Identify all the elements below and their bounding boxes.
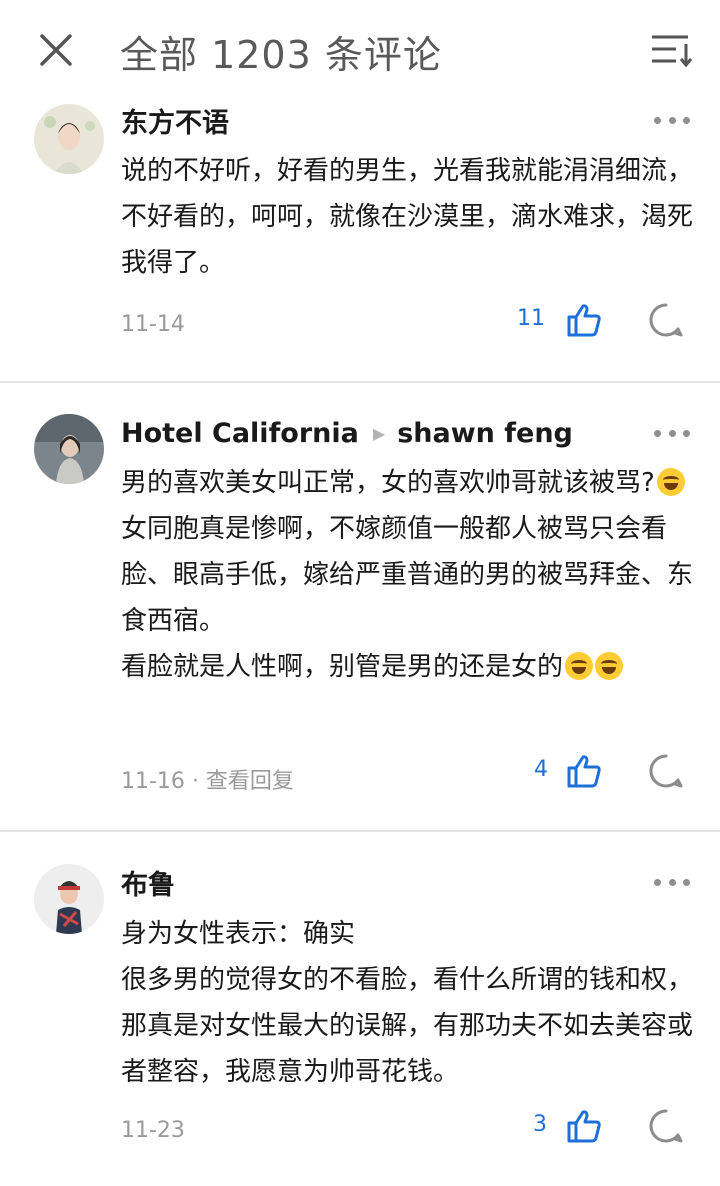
comment-meta: 11-14: [121, 312, 185, 337]
comment-meta: 11-23: [121, 1118, 185, 1143]
close-icon: [40, 34, 72, 66]
more-icon: [654, 429, 661, 437]
comment-bubble-icon: [649, 1109, 683, 1143]
like-count: 3: [533, 1112, 547, 1137]
comment-author-line: 布鲁: [121, 862, 175, 902]
header: 全部 1203 条评论: [0, 0, 720, 100]
comment-author[interactable]: 布鲁: [121, 863, 175, 902]
comment-item: 东方不语 说的不好听，好看的男生，光看我就能涓涓细流，不好看的，呵呵，就像在沙漠…: [0, 100, 720, 383]
page-title: 全部 1203 条评论: [120, 33, 442, 77]
comment-paragraph: 女同胞真是惨啊，不嫁颜值一般都人被骂只会看脸、眼高手低，嫁给严重普通的男的被骂拜…: [121, 514, 694, 636]
reply-to-arrow-icon: ▶: [372, 423, 386, 443]
comment-body: 身为女性表示：确实 很多男的觉得女的不看脸，看什么所谓的钱和权，那真是对女性最大…: [121, 911, 696, 1095]
like-button[interactable]: [566, 302, 602, 338]
comment-meta: 11-16 · 查看回复: [121, 763, 294, 795]
comment-date: 11-16: [121, 769, 185, 794]
comment-author[interactable]: 东方不语: [121, 101, 229, 140]
avatar[interactable]: [34, 414, 104, 484]
reply-button[interactable]: [648, 753, 684, 789]
sort-icon: [652, 35, 693, 68]
comment-paragraph: 说的不好听，好看的男生，光看我就能涓涓细流，不好看的，呵呵，就像在沙漠里，滴水难…: [121, 156, 694, 278]
thumbs-up-icon: [567, 755, 601, 788]
like-count: 11: [517, 306, 545, 331]
comment-paragraph: 看脸就是人性啊，别管是男的还是女的: [121, 644, 696, 690]
comment-author-line: 东方不语: [121, 100, 229, 140]
comment-item: Hotel California ▶ shawn feng 男的喜欢美女叫正常，…: [0, 383, 720, 832]
avatar[interactable]: [34, 864, 104, 934]
laughing-emoji: [595, 652, 624, 680]
thumbs-up-icon: [567, 1110, 601, 1143]
thumbs-up-icon: [567, 304, 601, 337]
comment-author-line: Hotel California ▶ shawn feng: [121, 413, 573, 453]
laughing-emoji: [656, 468, 685, 496]
more-button[interactable]: [654, 110, 690, 130]
more-icon: [654, 116, 661, 124]
reply-button[interactable]: [648, 1108, 684, 1144]
comment-paragraph: 身为女性表示：确实: [121, 919, 356, 949]
more-button[interactable]: [654, 872, 690, 892]
comment-date: 11-14: [121, 312, 185, 337]
more-button[interactable]: [654, 423, 690, 443]
reply-to-user[interactable]: shawn feng: [397, 418, 573, 449]
like-count: 4: [534, 757, 548, 782]
comment-author[interactable]: Hotel California: [121, 418, 359, 449]
laughing-emoji: [565, 652, 594, 680]
avatar[interactable]: [34, 104, 104, 174]
comment-paragraph: 男的喜欢美女叫正常，女的喜欢帅哥就该被骂?: [121, 460, 696, 506]
like-button[interactable]: [566, 753, 602, 789]
reply-button[interactable]: [648, 302, 684, 338]
comment-bubble-icon: [649, 303, 683, 337]
comment-item: 布鲁 身为女性表示：确实 很多男的觉得女的不看脸，看什么所谓的钱和权，那真是对女…: [0, 832, 720, 1186]
sort-button[interactable]: [648, 30, 696, 70]
comment-paragraph: 很多男的觉得女的不看脸，看什么所谓的钱和权，那真是对女性最大的误解，有那功夫不如…: [121, 965, 694, 1087]
comment-date: 11-23: [121, 1118, 185, 1143]
close-button[interactable]: [36, 30, 76, 70]
comment-body: 男的喜欢美女叫正常，女的喜欢帅哥就该被骂? 女同胞真是惨啊，不嫁颜值一般都人被骂…: [121, 460, 696, 690]
like-button[interactable]: [566, 1108, 602, 1144]
comment-body: 说的不好听，好看的男生，光看我就能涓涓细流，不好看的，呵呵，就像在沙漠里，滴水难…: [121, 148, 696, 286]
view-replies-link[interactable]: · 查看回复: [192, 769, 294, 794]
more-icon: [654, 878, 661, 886]
comment-bubble-icon: [649, 754, 683, 788]
